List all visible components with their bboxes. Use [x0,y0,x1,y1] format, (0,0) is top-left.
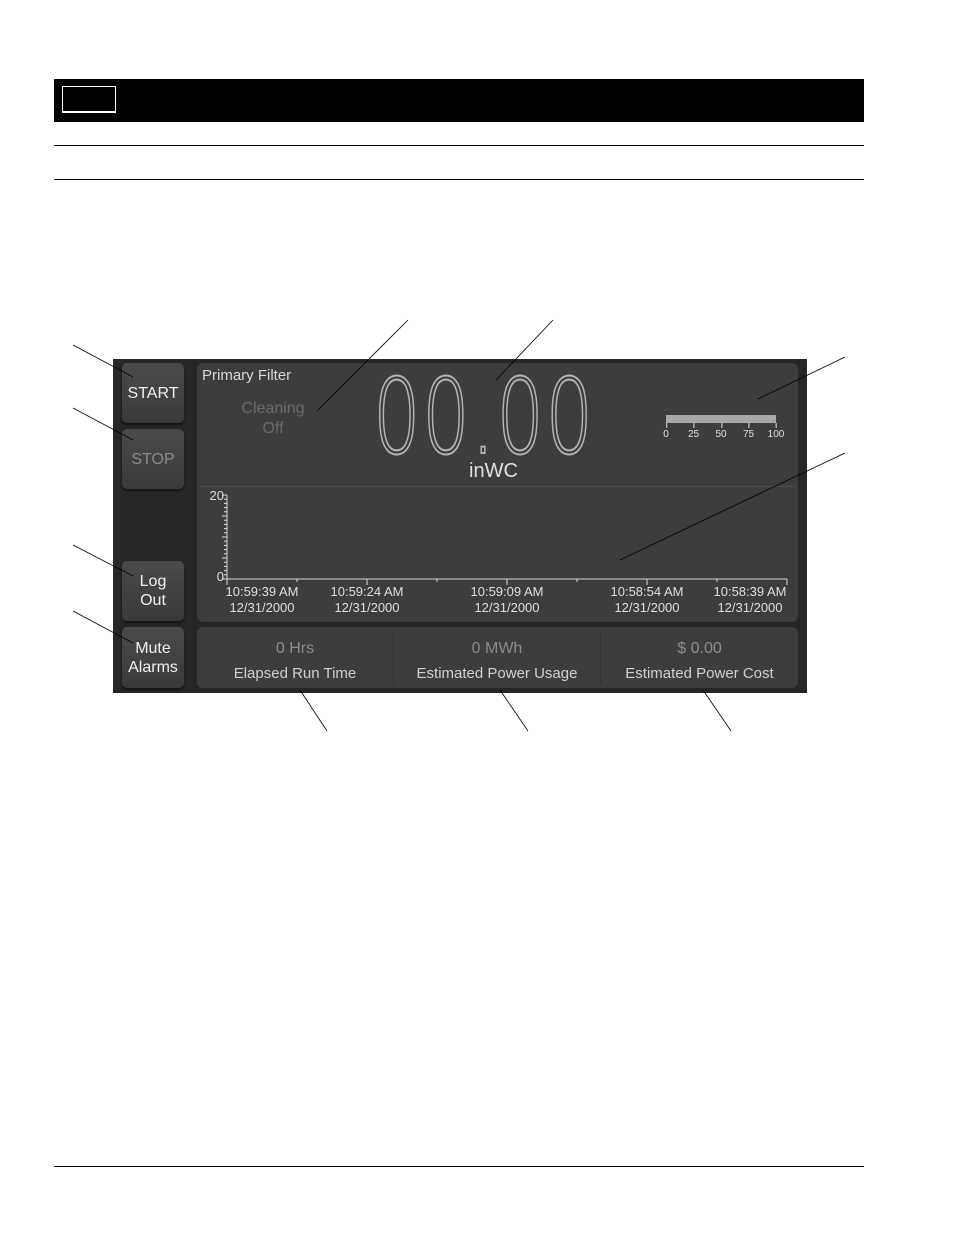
stats-panel: 0 Hrs Elapsed Run Time 0 MWh Estimated P… [197,627,798,688]
primary-filter-panel: Primary Filter Cleaning Off 00.00 inWC 0… [197,363,798,622]
footer-rule [54,1166,864,1167]
x-tick-label-time: 10:58:54 AM [611,584,684,599]
stat-label: Elapsed Run Time [233,665,357,682]
header-rule-bottom [54,179,864,180]
stat-value: 0 MWh [471,640,523,657]
callout-runtime [299,689,328,732]
y-tick-label: 20 [210,489,224,503]
stat-value: $ 0.00 [677,640,722,657]
gauge-tick-label: 100 [768,423,784,440]
stat-label: Estimated Power Cost [625,665,774,682]
x-tick-label-date: 12/31/2000 [229,600,294,615]
stop-button[interactable]: STOP [122,429,184,489]
mute-alarms-button[interactable]: Mute Alarms [122,627,184,688]
gauge-tick-label: 25 [688,423,699,440]
document-header-bar [54,79,864,122]
gauge-tick-label: 50 [715,423,727,440]
stat-estimated-power-usage: 0 MWh Estimated Power Usage [394,627,600,688]
gauge-bar [666,415,776,423]
x-tick-label-date: 12/31/2000 [717,600,782,615]
pressure-gauge: 0 25 50 75 100 [663,415,784,443]
x-tick-label-date: 12/31/2000 [474,600,539,615]
callout-usage [499,689,529,732]
cleaning-status-line2: Off [262,420,284,437]
gauge-tick-label: 75 [743,423,754,440]
x-tick-label-time: 10:59:39 AM [226,584,299,599]
header-rule-top [54,145,864,146]
pressure-trend-chart: 20010:59:39 AM12/31/200010:59:24 AM12/31… [210,489,788,615]
stat-value: 0 Hrs [275,640,315,657]
x-tick-label-date: 12/31/2000 [334,600,399,615]
pressure-value: 00.00 [372,356,595,478]
y-tick-label: 0 [217,569,224,584]
cleaning-status: Cleaning Off [233,399,313,439]
cleaning-status-line1: Cleaning [241,400,305,417]
panel-title: Primary Filter [202,367,292,384]
callout-cost [702,689,732,732]
panel-divider [200,486,795,487]
stat-elapsed-run-time: 0 Hrs Elapsed Run Time [197,627,393,688]
chapter-box [62,86,116,113]
x-tick-label-time: 10:59:24 AM [331,584,404,599]
log-out-button[interactable]: Log Out [122,561,184,621]
start-button[interactable]: START [122,363,184,423]
hmi-screen: START STOP Log Out Mute Alarms Primary F… [113,359,807,693]
x-tick-label-time: 10:58:39 AM [714,584,787,599]
stat-estimated-power-cost: $ 0.00 Estimated Power Cost [601,627,798,688]
gauge-tick-label: 0 [663,423,669,440]
pressure-unit: inWC [469,460,518,482]
gauge-scale: 0 25 50 75 100 [663,423,784,443]
stat-label: Estimated Power Usage [416,665,578,682]
x-tick-label-time: 10:59:09 AM [471,584,544,599]
x-tick-label-date: 12/31/2000 [614,600,679,615]
